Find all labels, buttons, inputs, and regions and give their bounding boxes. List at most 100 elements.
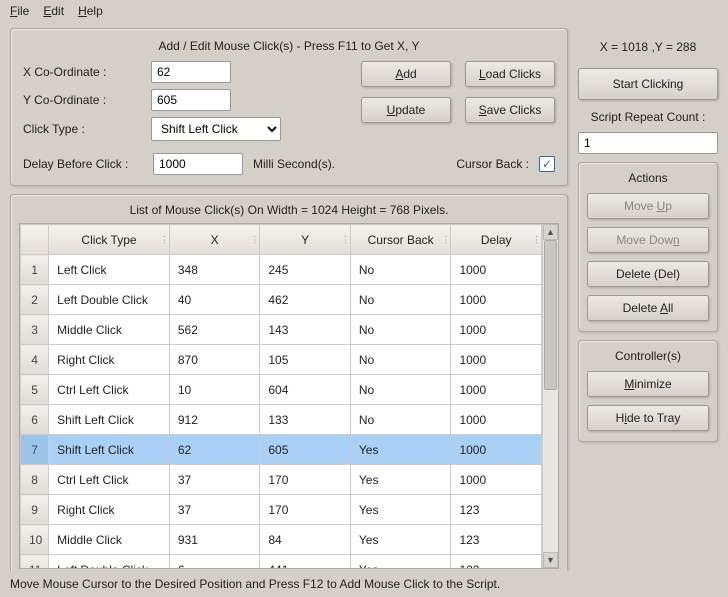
cell-x[interactable]: 348 bbox=[169, 255, 260, 285]
cell-y[interactable]: 605 bbox=[260, 435, 351, 465]
cell-clicktype[interactable]: Middle Click bbox=[49, 315, 170, 345]
cell-delay[interactable]: 1000 bbox=[451, 255, 542, 285]
cursorback-checkbox[interactable]: ✓ bbox=[539, 156, 555, 172]
table-row[interactable]: 2Left Double Click40462No1000 bbox=[21, 285, 542, 315]
cell-y[interactable]: 170 bbox=[260, 465, 351, 495]
menu-help[interactable]: Help bbox=[78, 4, 103, 18]
cell-delay[interactable]: 1000 bbox=[451, 285, 542, 315]
cell-delay[interactable]: 1000 bbox=[451, 345, 542, 375]
cell-cursorback[interactable]: Yes bbox=[350, 495, 451, 525]
scroll-thumb[interactable] bbox=[544, 240, 557, 390]
cell-delay[interactable]: 123 bbox=[451, 495, 542, 525]
cell-clicktype[interactable]: Right Click bbox=[49, 345, 170, 375]
col-y[interactable]: Y⋮ bbox=[260, 225, 351, 255]
cell-clicktype[interactable]: Ctrl Left Click bbox=[49, 375, 170, 405]
cell-delay[interactable]: 1000 bbox=[451, 405, 542, 435]
delete-button[interactable]: Delete (Del) bbox=[587, 261, 709, 287]
cell-cursorback[interactable]: No bbox=[350, 315, 451, 345]
col-clicktype[interactable]: Click Type⋮ bbox=[49, 225, 170, 255]
cell-x[interactable]: 562 bbox=[169, 315, 260, 345]
cell-y[interactable]: 105 bbox=[260, 345, 351, 375]
cell-y[interactable]: 462 bbox=[260, 285, 351, 315]
table-row[interactable]: 1Left Click348245No1000 bbox=[21, 255, 542, 285]
cell-cursorback[interactable]: Yes bbox=[350, 435, 451, 465]
cell-y[interactable]: 604 bbox=[260, 375, 351, 405]
cell-x[interactable]: 6 bbox=[169, 555, 260, 569]
table-row[interactable]: 5Ctrl Left Click10604No1000 bbox=[21, 375, 542, 405]
add-button[interactable]: Add bbox=[361, 61, 451, 87]
scroll-down-icon[interactable]: ▼ bbox=[543, 552, 558, 568]
move-up-button[interactable]: Move Up bbox=[587, 193, 709, 219]
cell-y[interactable]: 245 bbox=[260, 255, 351, 285]
cell-x[interactable]: 40 bbox=[169, 285, 260, 315]
menu-edit[interactable]: Edit bbox=[43, 4, 64, 18]
row-number[interactable]: 9 bbox=[21, 495, 49, 525]
cell-x[interactable]: 37 bbox=[169, 495, 260, 525]
cell-y[interactable]: 84 bbox=[260, 525, 351, 555]
cell-clicktype[interactable]: Shift Left Click bbox=[49, 435, 170, 465]
row-number[interactable]: 6 bbox=[21, 405, 49, 435]
cell-cursorback[interactable]: No bbox=[350, 285, 451, 315]
row-number[interactable]: 11 bbox=[21, 555, 49, 569]
col-rownum[interactable] bbox=[21, 225, 49, 255]
x-input[interactable] bbox=[151, 61, 231, 83]
scroll-up-icon[interactable]: ▲ bbox=[543, 224, 558, 240]
cell-clicktype[interactable]: Left Click bbox=[49, 255, 170, 285]
cell-x[interactable]: 10 bbox=[169, 375, 260, 405]
delay-input[interactable] bbox=[153, 153, 243, 175]
cell-cursorback[interactable]: Yes bbox=[350, 465, 451, 495]
cell-clicktype[interactable]: Right Click bbox=[49, 495, 170, 525]
row-number[interactable]: 10 bbox=[21, 525, 49, 555]
table-row[interactable]: 9Right Click37170Yes123 bbox=[21, 495, 542, 525]
cell-y[interactable]: 143 bbox=[260, 315, 351, 345]
cell-delay[interactable]: 1000 bbox=[451, 375, 542, 405]
clicktype-select[interactable]: Shift Left Click bbox=[151, 117, 281, 141]
cell-x[interactable]: 37 bbox=[169, 465, 260, 495]
move-down-button[interactable]: Move Down bbox=[587, 227, 709, 253]
row-number[interactable]: 1 bbox=[21, 255, 49, 285]
save-clicks-button[interactable]: Save Clicks bbox=[465, 97, 555, 123]
table-row[interactable]: 10Middle Click93184Yes123 bbox=[21, 525, 542, 555]
cell-x[interactable]: 931 bbox=[169, 525, 260, 555]
cell-x[interactable]: 870 bbox=[169, 345, 260, 375]
cell-x[interactable]: 62 bbox=[169, 435, 260, 465]
cell-delay[interactable]: 1000 bbox=[451, 435, 542, 465]
cell-clicktype[interactable]: Middle Click bbox=[49, 525, 170, 555]
start-clicking-button[interactable]: Start Clicking bbox=[578, 68, 718, 100]
table-row[interactable]: 7Shift Left Click62605Yes1000 bbox=[21, 435, 542, 465]
table-row[interactable]: 3Middle Click562143No1000 bbox=[21, 315, 542, 345]
col-cursorback[interactable]: Cursor Back⋮ bbox=[350, 225, 451, 255]
cell-cursorback[interactable]: No bbox=[350, 345, 451, 375]
table-row[interactable]: 4Right Click870105No1000 bbox=[21, 345, 542, 375]
cell-delay[interactable]: 123 bbox=[451, 555, 542, 569]
load-clicks-button[interactable]: Load Clicks bbox=[465, 61, 555, 87]
row-number[interactable]: 5 bbox=[21, 375, 49, 405]
cell-y[interactable]: 133 bbox=[260, 405, 351, 435]
cell-clicktype[interactable]: Ctrl Left Click bbox=[49, 465, 170, 495]
cell-cursorback[interactable]: No bbox=[350, 255, 451, 285]
cell-clicktype[interactable]: Left Double Click bbox=[49, 285, 170, 315]
cell-clicktype[interactable]: Left Double Click bbox=[49, 555, 170, 569]
row-number[interactable]: 7 bbox=[21, 435, 49, 465]
repeat-input[interactable] bbox=[578, 132, 718, 154]
table-row[interactable]: 11Left Double Click6441Yes123 bbox=[21, 555, 542, 569]
vertical-scrollbar[interactable]: ▲ ▼ bbox=[542, 224, 558, 568]
cell-x[interactable]: 912 bbox=[169, 405, 260, 435]
cell-delay[interactable]: 1000 bbox=[451, 465, 542, 495]
delete-all-button[interactable]: Delete All bbox=[587, 295, 709, 321]
minimize-button[interactable]: Minimize bbox=[587, 371, 709, 397]
cell-cursorback[interactable]: No bbox=[350, 405, 451, 435]
cell-y[interactable]: 441 bbox=[260, 555, 351, 569]
row-number[interactable]: 2 bbox=[21, 285, 49, 315]
row-number[interactable]: 3 bbox=[21, 315, 49, 345]
cell-delay[interactable]: 1000 bbox=[451, 315, 542, 345]
cell-cursorback[interactable]: No bbox=[350, 375, 451, 405]
cell-cursorback[interactable]: Yes bbox=[350, 555, 451, 569]
table-row[interactable]: 6Shift Left Click912133No1000 bbox=[21, 405, 542, 435]
col-x[interactable]: X⋮ bbox=[169, 225, 260, 255]
cell-cursorback[interactable]: Yes bbox=[350, 525, 451, 555]
update-button[interactable]: Update bbox=[361, 97, 451, 123]
menu-file[interactable]: File bbox=[10, 4, 29, 18]
cell-clicktype[interactable]: Shift Left Click bbox=[49, 405, 170, 435]
y-input[interactable] bbox=[151, 89, 231, 111]
